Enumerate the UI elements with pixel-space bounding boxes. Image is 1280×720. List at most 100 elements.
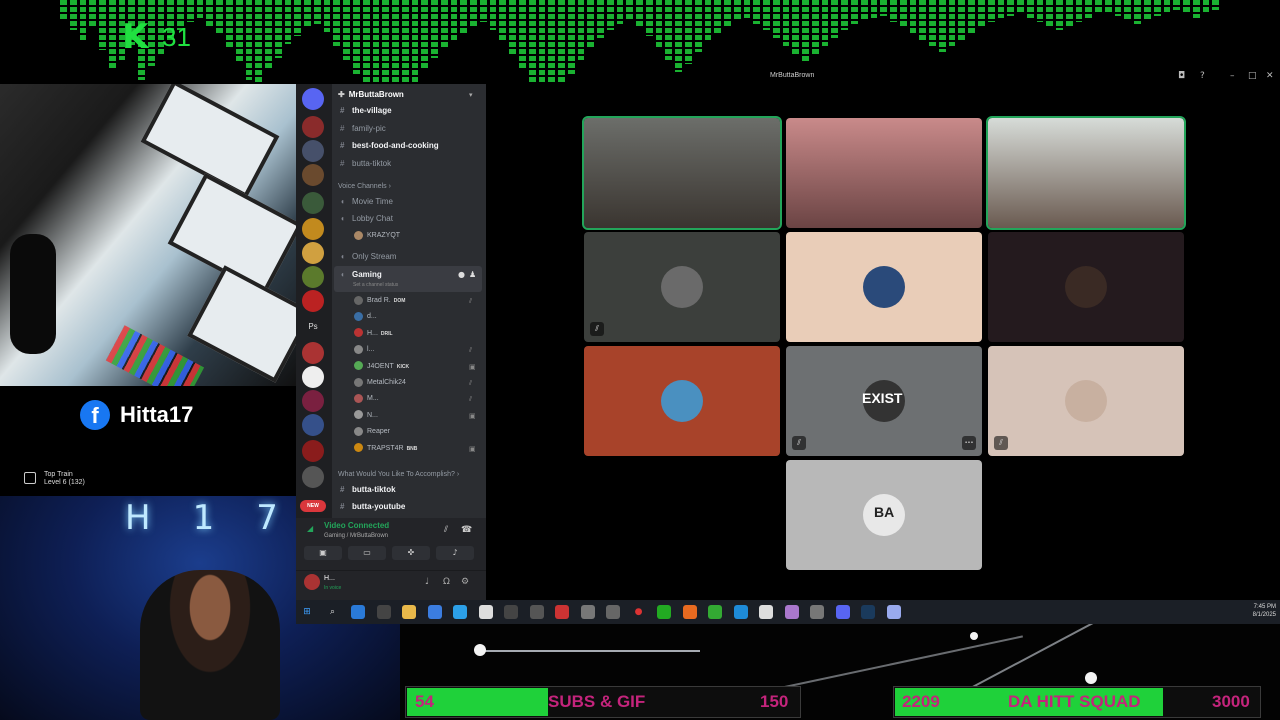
voice-member[interactable]: J4OENT KICK: [354, 361, 409, 373]
terminal-icon[interactable]: [376, 605, 391, 619]
server-icon-ps[interactable]: Ps: [302, 316, 324, 338]
app-icon[interactable]: [504, 605, 518, 619]
chrome-icon[interactable]: [708, 605, 722, 619]
server-icon[interactable]: [302, 218, 324, 240]
channel-butta-tiktok[interactable]: # butta-tiktok: [340, 158, 391, 170]
participant-tile[interactable]: [988, 232, 1184, 342]
popout-icon[interactable]: ◘: [1178, 70, 1185, 82]
voice-gaming[interactable]: ◖ Gaming: [340, 269, 382, 281]
activity-button[interactable]: ✜: [392, 546, 430, 560]
add-user-icon[interactable]: ♟: [469, 269, 476, 281]
app-icon[interactable]: [453, 605, 467, 619]
channel-the-village[interactable]: # the-village: [340, 105, 392, 117]
server-icon[interactable]: [302, 414, 324, 436]
server-icon[interactable]: [302, 342, 324, 364]
maps-icon[interactable]: ●: [632, 605, 646, 619]
files-icon[interactable]: [351, 605, 365, 619]
chevron-down-icon[interactable]: ▾: [469, 90, 473, 100]
voice-member[interactable]: N...: [354, 410, 378, 422]
participant-tile-ba[interactable]: BA: [786, 460, 982, 570]
voice-member[interactable]: l...: [354, 344, 374, 356]
server-icon[interactable]: [302, 116, 324, 138]
channel-best-food[interactable]: # best-food-and-cooking: [340, 140, 439, 152]
app-icon[interactable]: [759, 605, 773, 619]
camera-off-button[interactable]: ▣: [304, 546, 342, 560]
equalizer-bar: [831, 0, 839, 38]
app-icon[interactable]: [784, 605, 799, 619]
voice-member[interactable]: MetalChik24: [354, 377, 406, 389]
app-icon[interactable]: [580, 605, 595, 619]
user-name[interactable]: H...: [324, 574, 335, 584]
voice-only-stream[interactable]: ◖ Only Stream: [340, 251, 396, 263]
channel-butta-youtube[interactable]: # butta-youtube: [340, 501, 405, 513]
voice-member[interactable]: H... DRIL: [354, 328, 393, 340]
voice-location[interactable]: Gaming / MrButtaBrown: [324, 532, 388, 540]
edge-icon[interactable]: [733, 605, 748, 619]
server-icon[interactable]: [302, 390, 324, 412]
share-screen-button[interactable]: ▭: [348, 546, 386, 560]
voice-member[interactable]: TRAPST4R BNB: [354, 443, 417, 455]
app-icon[interactable]: [606, 605, 620, 619]
participant-tile[interactable]: [582, 116, 782, 230]
channel-family-pic[interactable]: # family-pic: [340, 123, 386, 135]
app-icon[interactable]: [886, 605, 901, 619]
app-icon[interactable]: [529, 605, 544, 619]
participant-tile[interactable]: [786, 232, 982, 342]
server-icon[interactable]: [302, 164, 324, 186]
voice-member[interactable]: Brad R. DOM: [354, 295, 405, 307]
participant-tile[interactable]: [584, 346, 780, 456]
server-icon[interactable]: [302, 440, 324, 462]
voice-movie-time[interactable]: ◖ Movie Time: [340, 196, 393, 208]
participant-tile[interactable]: [786, 118, 982, 228]
windows-start-icon[interactable]: ⊞: [300, 605, 314, 619]
headphones-icon[interactable]: Ω: [443, 576, 450, 588]
channel-butta-tiktok-2[interactable]: # butta-tiktok: [340, 484, 396, 496]
search-icon[interactable]: ⌕: [326, 605, 340, 619]
server-icon[interactable]: [302, 290, 324, 312]
voice-lobby-chat[interactable]: ◖ Lobby Chat: [340, 213, 393, 225]
category-accomplish[interactable]: What Would You Like To Accomplish? ›: [338, 470, 459, 480]
server-icon[interactable]: [302, 192, 324, 214]
app-icon[interactable]: [427, 605, 442, 619]
chat-icon[interactable]: ●: [458, 269, 465, 281]
server-icon[interactable]: [302, 266, 324, 288]
disconnect-icon[interactable]: ☎: [461, 524, 472, 536]
participant-tile[interactable]: ⫽: [584, 232, 780, 342]
voice-member[interactable]: M...: [354, 393, 379, 405]
voice-member[interactable]: KRAZYQT: [354, 230, 400, 242]
user-avatar[interactable]: [304, 574, 320, 590]
soundboard-button[interactable]: ♪: [436, 546, 474, 560]
maximize-icon[interactable]: □: [1248, 70, 1257, 82]
participant-tile[interactable]: ⫽: [988, 346, 1184, 456]
server-icon[interactable]: [302, 366, 324, 388]
channel-status[interactable]: Set a channel status: [353, 281, 398, 289]
server-name[interactable]: ✚ MrButtaBrown: [338, 89, 404, 101]
discord-home-icon[interactable]: [302, 88, 324, 110]
tile-label: EXIST: [862, 390, 903, 406]
voice-member[interactable]: Reaper: [354, 426, 390, 438]
voice-member[interactable]: d...: [354, 311, 377, 323]
minimize-icon[interactable]: –: [1230, 70, 1235, 82]
server-icon[interactable]: [302, 466, 324, 488]
discord-icon[interactable]: [835, 605, 850, 619]
noise-suppression-icon[interactable]: ⫽: [444, 524, 448, 536]
help-icon[interactable]: ?: [1200, 70, 1205, 82]
app-icon[interactable]: [657, 605, 671, 619]
signal-icon[interactable]: ◢: [307, 524, 313, 534]
more-options-icon[interactable]: •••: [962, 436, 976, 450]
microphone-icon[interactable]: ♩: [425, 576, 429, 588]
participant-tile[interactable]: [986, 116, 1186, 230]
server-icon[interactable]: [302, 140, 324, 162]
participant-tile-exist[interactable]: EXIST ⫽ •••: [786, 346, 982, 456]
steam-icon[interactable]: [861, 605, 875, 619]
app-icon[interactable]: [478, 605, 493, 619]
server-icon[interactable]: [302, 242, 324, 264]
gear-icon[interactable]: ⚙: [461, 576, 469, 588]
app-icon[interactable]: [810, 605, 824, 619]
voice-category-header[interactable]: Voice Channels ›: [338, 182, 391, 192]
folder-icon[interactable]: [402, 605, 416, 619]
taskbar-clock[interactable]: 7:45 PM 8/1/2025: [1236, 603, 1276, 619]
app-icon[interactable]: [555, 605, 569, 619]
close-icon[interactable]: ✕: [1266, 70, 1274, 82]
firefox-icon[interactable]: [682, 605, 697, 619]
